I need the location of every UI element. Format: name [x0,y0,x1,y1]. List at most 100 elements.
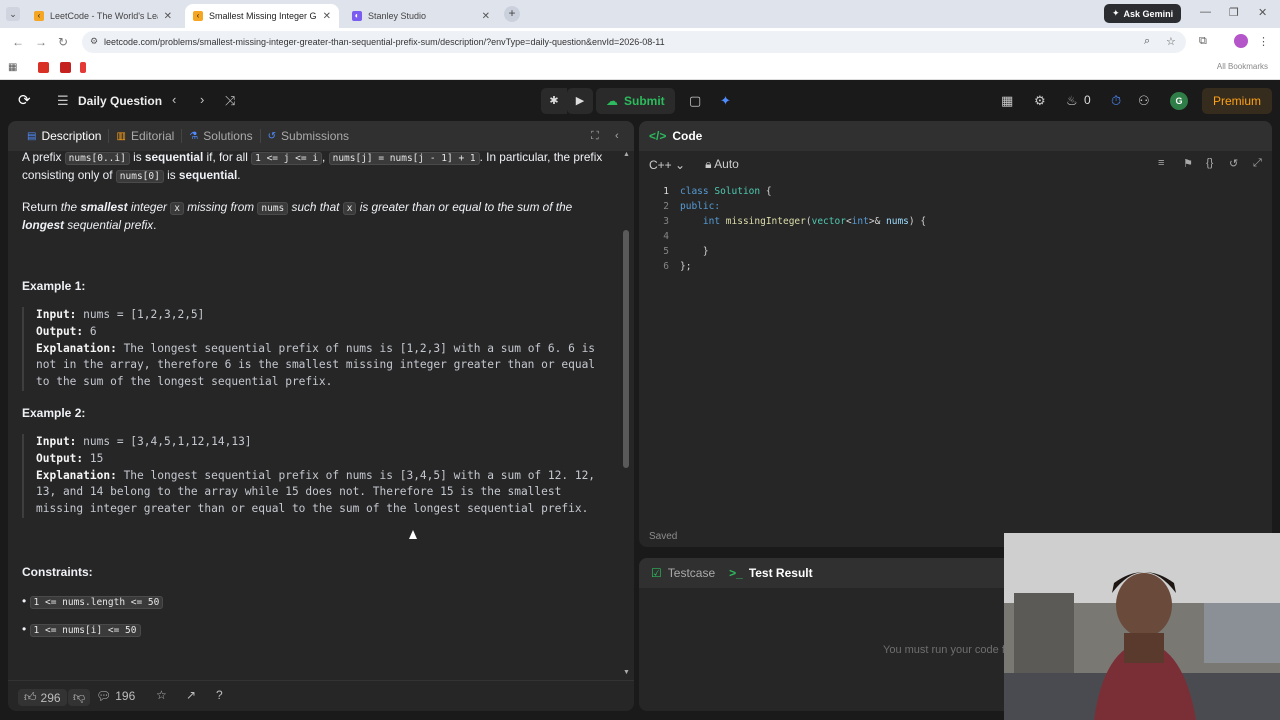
bookmark-gmail-icon[interactable] [60,62,71,73]
ask-gemini-button[interactable]: ✦ Ask Gemini [1104,4,1182,23]
premium-button[interactable]: Premium [1202,88,1273,114]
fullscreen-icon[interactable]: ⤢ [1253,157,1262,170]
share-icon[interactable]: ↗ [186,688,196,702]
bug-icon: ✱ [549,95,559,107]
submit-label: Submit [624,94,665,108]
star-icon[interactable]: ☆ [156,688,167,702]
tab-label: Editorial [130,129,175,143]
reset-icon[interactable]: ↺ [1229,157,1238,170]
help-icon[interactable]: ? [216,688,223,702]
description-footer: 👍︎ 296 👎︎ 💬︎ 196 ☆ ↗ ? [8,680,634,710]
ai-sparkle-icon[interactable]: ✦ [720,93,731,109]
zoom-icon[interactable]: ⌕ [1144,35,1150,48]
all-bookmarks-link[interactable]: All Bookmarks [1217,62,1268,71]
checkbox-icon: ☑ [651,566,662,580]
tab-label: Description [41,129,102,143]
tab-label: Submissions [281,129,350,143]
add-friend-icon[interactable]: ⚇ [1138,93,1150,109]
description-panel: ▤ Description ▥ Editorial ⚗ Solutions ↺ … [8,121,634,711]
tab-title: Smallest Missing Integer Great [209,11,317,21]
maximize-icon[interactable]: ❐ [1229,6,1239,19]
terminal-icon: >_ [729,566,743,580]
forward-icon[interactable]: → [35,35,47,49]
example-block: Input: nums = [1,2,3,2,5] Output: 6 Expl… [22,307,608,391]
tab-testcase[interactable]: ☑ Testcase [651,566,715,580]
close-window-icon[interactable]: ✕ [1258,6,1267,19]
description-tabs: ▤ Description ▥ Editorial ⚗ Solutions ↺ … [8,121,634,151]
format-icon[interactable]: ≡ [1158,157,1164,169]
problem-list-icon[interactable]: ☰ [57,93,69,109]
address-bar-row: ← → ↻ ⚙ leetcode.com/problems/smallest-m… [0,28,1280,56]
expand-icon[interactable]: ⛶ [591,130,599,143]
prev-problem-icon[interactable]: ‹ [172,92,176,107]
bookmark-icon[interactable]: ⚑ [1183,157,1193,170]
braces-icon[interactable]: {} [1206,157,1213,169]
layout-icon[interactable]: ▦ [1001,93,1013,109]
bookmark-youtube-icon[interactable] [38,62,49,73]
notes-icon[interactable]: ▢ [689,93,701,109]
back-icon[interactable]: ← [12,35,24,49]
tab-title: LeetCode - The World's Leadin [50,11,158,21]
stanley-icon: ◐ [352,11,362,21]
tab-description[interactable]: ▤ Description [20,129,110,143]
thumbs-down-icon: 👎︎ [73,690,86,704]
scroll-up-arrow[interactable]: ▲ [623,151,630,158]
cloud-upload-icon: ☁ [606,94,618,108]
language-select[interactable]: C++ ⌄ [649,158,685,172]
profile-avatar[interactable] [1234,34,1248,48]
close-icon[interactable]: ✕ [323,11,331,22]
auto-mode-toggle[interactable]: 🔒︎ Auto [705,157,739,172]
run-button[interactable]: ▶ [567,88,593,114]
comment-icon: 💬︎ [96,689,112,703]
scrollbar-thumb[interactable] [623,230,629,468]
scroll-down-arrow[interactable]: ▼ [623,669,630,676]
tab-submissions[interactable]: ↺ Submissions [261,129,356,143]
browser-tab-problem[interactable]: ‹ Smallest Missing Integer Great ✕ [185,4,339,28]
example-block: Input: nums = [3,4,5,1,12,14,13] Output:… [22,433,608,518]
code-editor[interactable]: class Solution {public: int missingInteg… [680,184,926,274]
bookmark-star-icon[interactable]: ☆ [1166,35,1176,48]
bookmark-icon[interactable] [80,62,86,73]
gear-icon[interactable]: ⚙ [1034,93,1046,109]
history-icon: ↺ [267,130,277,142]
dislike-button[interactable]: 👎︎ [68,689,91,706]
play-icon: ▶ [575,95,585,107]
leetcode-logo-icon[interactable]: ⟳ [18,91,31,109]
like-button[interactable]: 👍︎ 296 [18,689,67,706]
next-problem-icon[interactable]: › [200,92,204,107]
browser-tab-stanley[interactable]: ◐ Stanley Studio ✕ [344,4,498,28]
close-icon[interactable]: ✕ [164,11,172,22]
comments-button[interactable]: 💬︎ 196 [96,689,135,703]
shuffle-icon[interactable]: ⤨ [225,93,235,109]
avatar[interactable]: G [1170,92,1188,110]
browser-tab-leetcode[interactable]: ‹ LeetCode - The World's Leadin ✕ [26,4,180,28]
apps-icon[interactable]: ▦ [8,62,19,73]
debug-button[interactable]: ✱ [541,88,567,114]
extensions-icon[interactable]: ⧉ [1199,35,1207,48]
collapse-icon[interactable]: ‹ [615,130,619,142]
minimize-icon[interactable]: — [1200,6,1211,18]
constraint-item: • 1 <= nums.length <= 50 [22,593,608,611]
site-info-icon[interactable]: ⚙ [90,36,98,47]
problem-description: A prefix nums[0..i] is sequential if, fo… [22,149,608,639]
daily-question-link[interactable]: Daily Question [78,94,162,108]
tab-editorial[interactable]: ▥ Editorial [109,129,183,143]
constraints-heading: Constraints: [22,564,93,579]
ask-gemini-label: Ask Gemini [1123,8,1174,19]
reload-icon[interactable]: ↻ [58,35,68,49]
line-numbers: 1 2 3 4 5 6 [663,186,669,272]
submit-button[interactable]: ☁ Submit [596,88,675,114]
browser-tab-strip: ⌄ ‹ LeetCode - The World's Leadin ✕ ‹ Sm… [0,0,1280,28]
close-icon[interactable]: ✕ [482,11,490,22]
code-panel-title: Code [672,129,703,143]
new-tab-button[interactable]: + [504,6,520,22]
tab-test-result[interactable]: >_ Test Result [729,566,812,580]
tab-search-icon[interactable]: ⌄ [6,7,20,21]
comment-count: 196 [115,689,136,703]
menu-icon[interactable]: ⋮ [1258,35,1269,48]
url-input[interactable]: ⚙ leetcode.com/problems/smallest-missing… [82,31,1186,53]
tab-solutions[interactable]: ⚗ Solutions [182,129,261,143]
timer-icon[interactable]: ⏱ [1111,93,1121,109]
streak-count[interactable]: 0 [1084,93,1091,107]
editorial-icon: ▥ [116,130,126,142]
